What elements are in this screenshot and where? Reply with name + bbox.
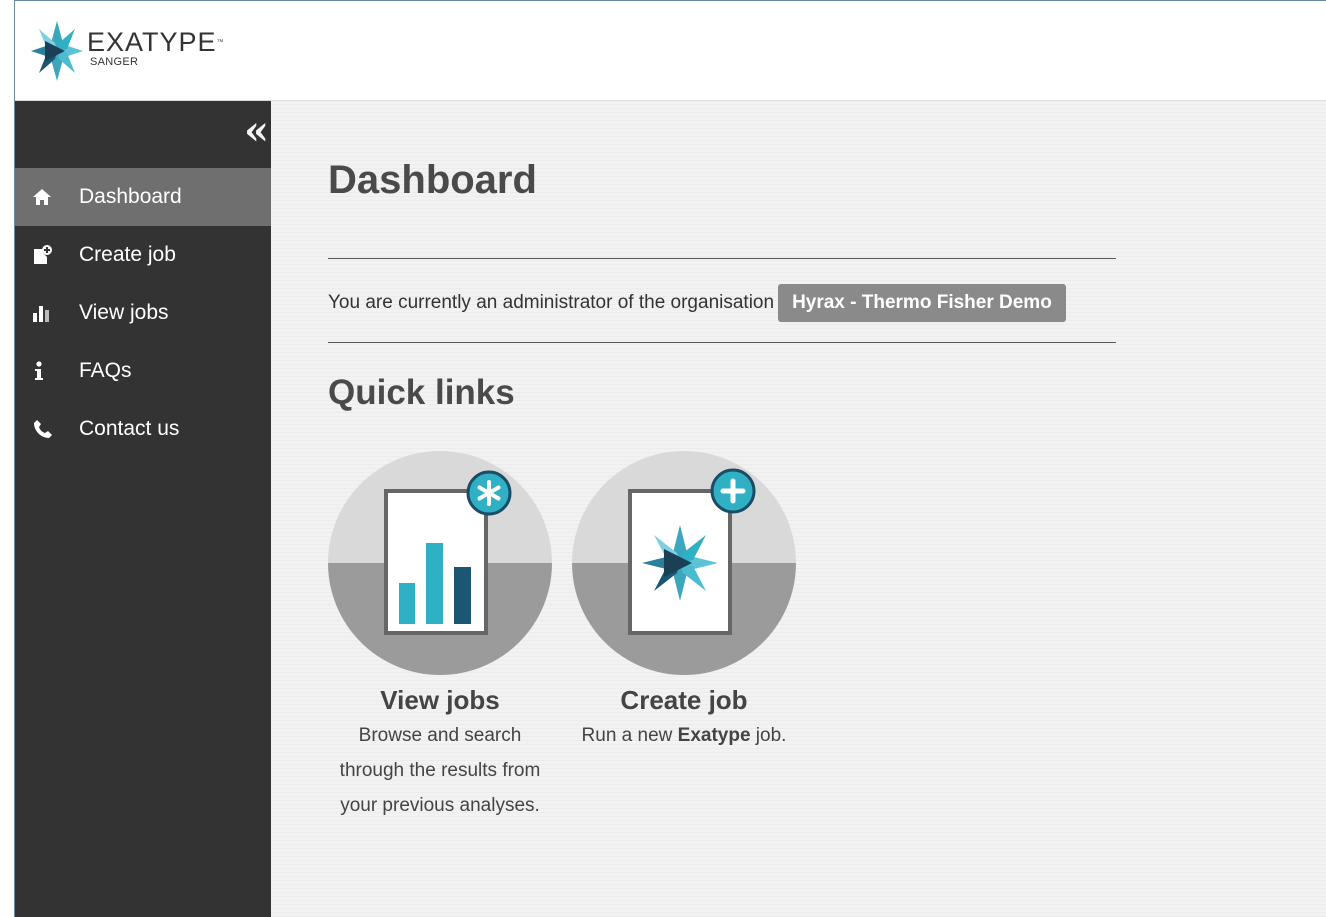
sidebar-item-view-jobs[interactable]: View jobs [15, 284, 271, 342]
sidebar-item-label: Dashboard [79, 185, 182, 208]
home-icon [33, 189, 61, 205]
create-job-icon [33, 245, 61, 265]
top-header: EXATYPE™ SANGER [15, 1, 1326, 101]
logo-subtitle: SANGER [90, 56, 139, 68]
exatype-star-icon [31, 21, 83, 81]
divider [328, 342, 1116, 343]
view-jobs-illustration-icon [328, 451, 552, 675]
quick-link-description: Run a new Exatype job. [581, 725, 787, 746]
info-icon [33, 361, 61, 381]
sidebar-item-label: Create job [79, 243, 176, 266]
create-job-illustration-icon [572, 451, 796, 675]
sidebar-item-faqs[interactable]: FAQs [15, 342, 271, 400]
admin-status: You are currently an administrator of th… [328, 284, 1066, 322]
quick-link-view-jobs[interactable]: View jobs Browse and search through the … [328, 451, 552, 823]
quick-link-description: Browse and search through the results fr… [339, 725, 541, 816]
app-window: EXATYPE™ SANGER « Dashboard Create job V… [14, 0, 1326, 917]
quick-link-title: Create job [620, 685, 748, 715]
sidebar: « Dashboard Create job View jobs FAQs Co… [15, 101, 271, 917]
org-badge: Hyrax - Thermo Fisher Demo [778, 284, 1066, 322]
phone-icon [33, 419, 61, 439]
exatype-logo[interactable]: EXATYPE™ SANGER [31, 19, 225, 83]
page-title: Dashboard [328, 158, 537, 202]
sidebar-nav: Dashboard Create job View jobs FAQs Cont… [15, 168, 271, 458]
sidebar-item-label: View jobs [79, 301, 169, 324]
quick-links-title: Quick links [328, 373, 515, 412]
logo-name: EXATYPE™ [87, 27, 225, 57]
quick-link-title: View jobs [380, 685, 500, 715]
bar-chart-icon [33, 304, 61, 322]
sidebar-item-create-job[interactable]: Create job [15, 226, 271, 284]
sidebar-item-contact-us[interactable]: Contact us [15, 400, 271, 458]
divider [328, 258, 1116, 259]
admin-text: You are currently an administrator of th… [328, 292, 775, 313]
quick-link-create-job[interactable]: Create job Run a new Exatype job. [572, 451, 796, 753]
main-content: Dashboard You are currently an administr… [271, 101, 1326, 917]
sidebar-item-dashboard[interactable]: Dashboard [15, 168, 271, 226]
sidebar-item-label: FAQs [79, 359, 132, 382]
double-chevron-left-icon[interactable]: « [244, 111, 269, 151]
sidebar-item-label: Contact us [79, 417, 180, 440]
